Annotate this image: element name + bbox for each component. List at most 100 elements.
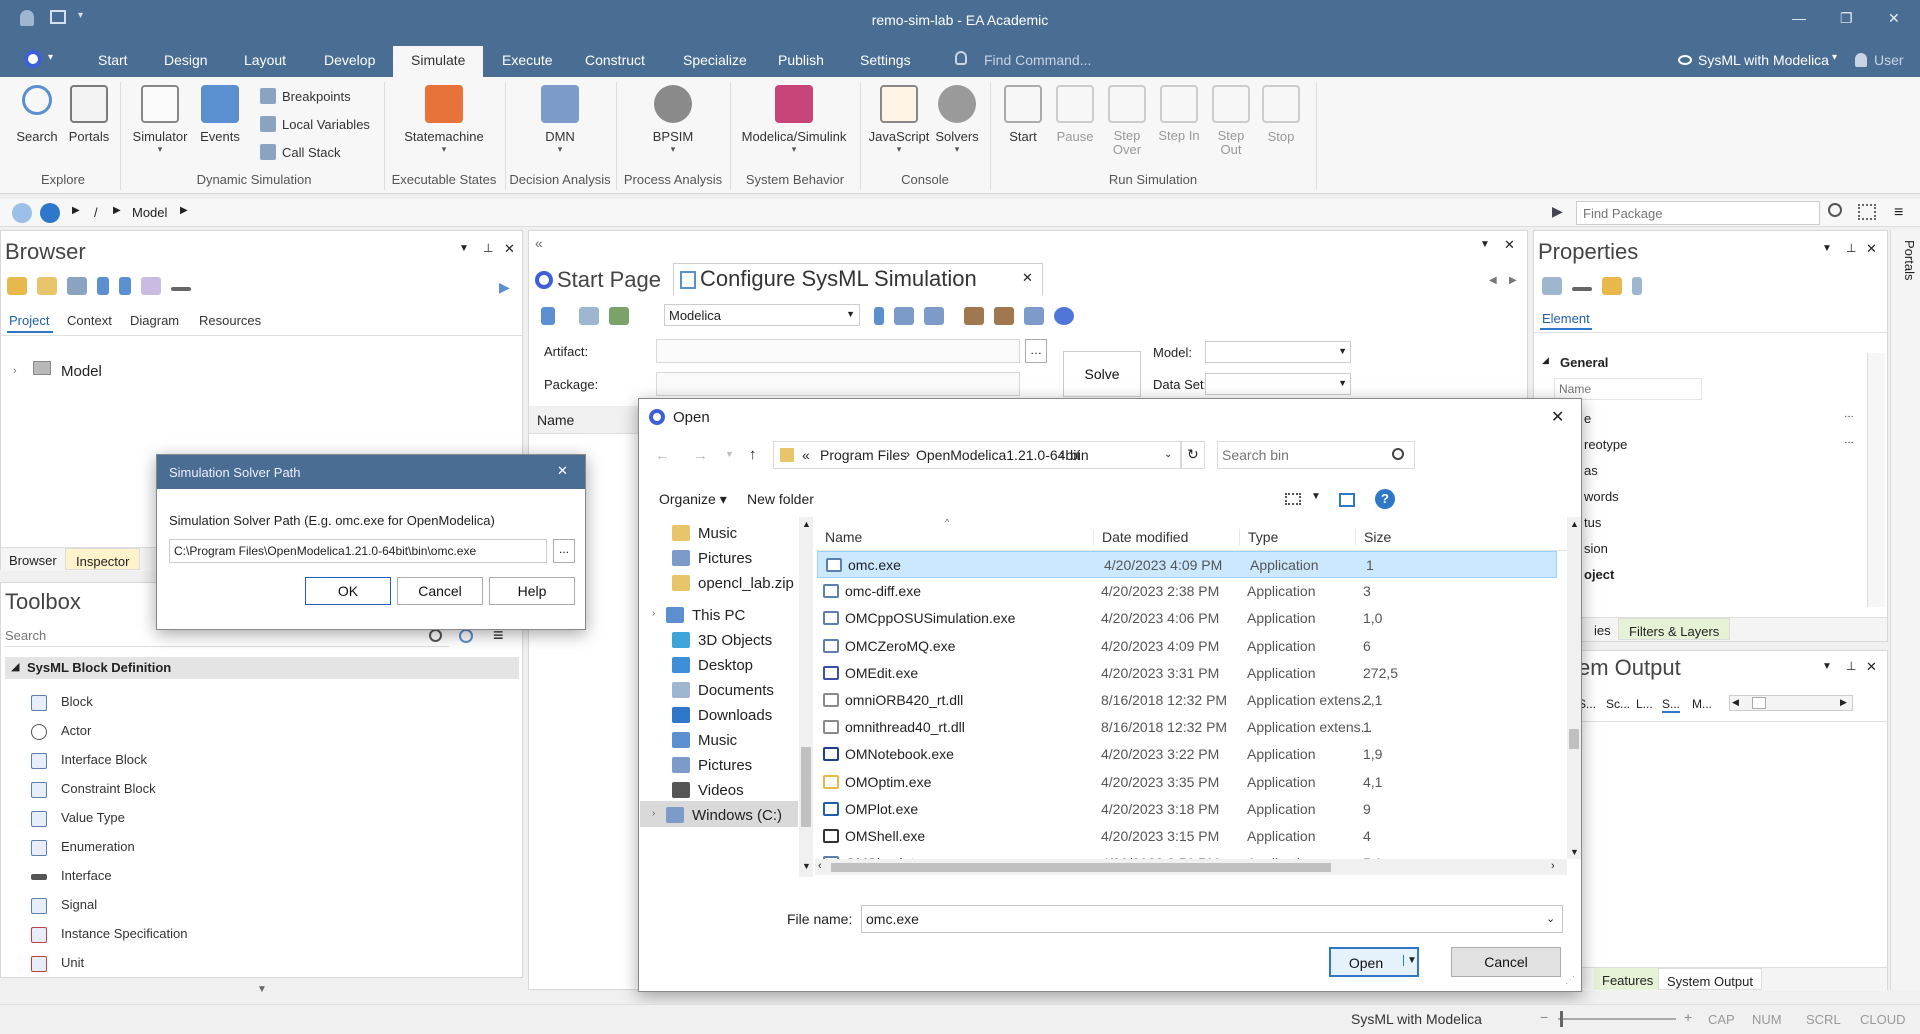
step-in-ribbon-button[interactable]: Step In	[1156, 85, 1202, 143]
bottom-tab-system-output[interactable]: System Output	[1658, 968, 1762, 990]
nav-music-pc[interactable]: Music	[672, 732, 737, 749]
browser-tab-resources[interactable]: Resources	[199, 313, 261, 328]
pin-icon[interactable]: ⊥	[1846, 241, 1856, 255]
scroll-thumb[interactable]	[831, 863, 1331, 872]
package-search-arrow-icon[interactable]: ▶	[1552, 203, 1563, 220]
tab-scroll-left-icon[interactable]: ◀	[1489, 275, 1497, 286]
tree-expander-icon[interactable]: ›	[13, 365, 17, 377]
bottom-tab-inspector[interactable]: Inspector	[65, 548, 141, 570]
package-icon[interactable]	[1602, 277, 1622, 295]
scroll-right-icon[interactable]: ▶	[1840, 697, 1847, 708]
help-button[interactable]: Help	[489, 577, 575, 605]
zoom-out-icon[interactable]: −	[1540, 1009, 1548, 1025]
main-menu-dropdown-icon[interactable]: ▾	[48, 52, 53, 63]
back-icon[interactable]	[12, 203, 32, 223]
bpsim-ribbon-button[interactable]: BPSIM ▾	[640, 85, 706, 155]
scroll-down-icon[interactable]: ▼	[1570, 847, 1579, 857]
panel-dropdown-icon[interactable]: ▼	[1822, 243, 1832, 254]
nav-scrollbar[interactable]: ▲ ▼	[799, 517, 813, 877]
col-header-name[interactable]: Name	[825, 529, 862, 545]
breadcrumb-program-files[interactable]: Program Files	[820, 447, 907, 463]
scroll-thumb[interactable]	[1569, 729, 1579, 749]
nav-3d-objects[interactable]: 3D Objects	[672, 632, 772, 649]
panel-dropdown-icon[interactable]: ▼	[459, 243, 469, 254]
start-ribbon-button[interactable]: Start	[1002, 85, 1044, 144]
scroll-thumb[interactable]	[1752, 697, 1766, 709]
col-header-type[interactable]: Type	[1239, 529, 1278, 545]
col-header-size[interactable]: Size	[1355, 529, 1391, 545]
file-list-vscrollbar[interactable]: ▲ ▼	[1567, 517, 1581, 859]
solvers-ribbon-button[interactable]: Solvers ▾	[932, 85, 982, 155]
close-icon[interactable]: ✕	[557, 463, 568, 479]
output-col-4[interactable]: S...	[1662, 697, 1681, 713]
hand-icon[interactable]	[141, 277, 161, 295]
tab-publish[interactable]: Publish	[778, 52, 824, 68]
ok-button[interactable]: OK	[305, 577, 391, 605]
browser-expand-icon[interactable]: ▶	[499, 279, 510, 296]
output-col-5[interactable]: M...	[1692, 697, 1712, 711]
save-icon[interactable]	[1542, 277, 1562, 295]
scroll-left-icon[interactable]: ◀	[1732, 697, 1739, 708]
tab-configure-sysml-simulation[interactable]: Configure SysML Simulation ✕	[673, 263, 1043, 295]
pause-ribbon-button[interactable]: Pause	[1054, 85, 1096, 144]
nav-pictures[interactable]: Pictures	[672, 550, 752, 567]
open-dropdown-icon[interactable]: ▼	[1403, 955, 1417, 966]
nav-windows-c[interactable]: Windows (C:)	[666, 807, 782, 824]
solver-browse-button[interactable]: ...	[553, 539, 575, 563]
bottom-tab-features[interactable]: Features	[1594, 968, 1662, 990]
copy-icon[interactable]	[924, 307, 944, 325]
grid-icon[interactable]	[1858, 204, 1876, 220]
close-icon[interactable]: ✕	[1866, 659, 1877, 675]
view-dropdown-icon[interactable]: ▼	[1311, 491, 1321, 502]
organize-menu[interactable]: Organize ▾	[659, 491, 727, 508]
new-folder-button[interactable]: New folder	[747, 491, 814, 507]
file-row[interactable]: OMSimulator.exe4/20/2023 2:56 PMApplicat…	[815, 850, 1567, 859]
output-col-3[interactable]: L...	[1636, 697, 1653, 711]
package-field[interactable]	[656, 372, 1020, 396]
tab-layout[interactable]: Layout	[244, 52, 286, 68]
search-bin-box[interactable]	[1217, 441, 1415, 469]
tab-settings[interactable]: Settings	[860, 52, 911, 68]
hamburger-icon[interactable]: ≡	[1894, 204, 1903, 222]
file-row[interactable]: OMShell.exe 4/20/2023 3:15 PM Application 4	[815, 823, 1567, 850]
scroll-left-icon[interactable]: ‹	[818, 860, 822, 872]
collapse-icon[interactable]: ◢	[11, 660, 19, 673]
nav-desktop[interactable]: Desktop	[672, 657, 753, 674]
view-options-icon[interactable]	[1285, 493, 1301, 505]
search-icon[interactable]	[1392, 448, 1404, 460]
scroll-thumb[interactable]	[801, 747, 811, 827]
close-window-icon[interactable]: ✕	[1888, 10, 1900, 27]
ellipsis-icon[interactable]: …	[1844, 409, 1854, 420]
find-package-input[interactable]	[1576, 201, 1820, 225]
nav-documents[interactable]: Documents	[672, 682, 774, 699]
close-icon[interactable]: ✕	[504, 241, 515, 257]
search-icon[interactable]	[1828, 203, 1842, 217]
platform-select[interactable]: Modelica ▼	[664, 304, 860, 326]
stop-ribbon-button[interactable]: Stop	[1260, 85, 1302, 144]
simulator-ribbon-button[interactable]: Simulator ▾	[128, 85, 192, 155]
file-row[interactable]: omniORB420_rt.dll 8/16/2018 12:32 PM Appli…	[815, 687, 1567, 714]
dataset-select[interactable]: ▼	[1205, 373, 1351, 395]
folder-icon[interactable]	[37, 277, 57, 295]
statemachine-ribbon-button[interactable]: Statemachine ▾	[396, 85, 492, 155]
ellipsis-icon[interactable]: …	[1844, 435, 1854, 446]
path-root-slash[interactable]: /	[94, 205, 98, 220]
run-icon[interactable]	[874, 307, 884, 325]
perspective-selector[interactable]: SysML with Modelica	[1698, 52, 1829, 68]
filename-input[interactable]: omc.exe ⌄	[861, 905, 1563, 933]
resize-grip-icon[interactable]: ⋰	[1565, 975, 1575, 986]
breadcrumb-model[interactable]: Model	[132, 205, 167, 220]
bottom-tab-properties[interactable]: ies	[1594, 623, 1611, 638]
modelica-simulink-ribbon-button[interactable]: Modelica/Simulink ▾	[732, 85, 856, 155]
search-icon[interactable]	[429, 629, 442, 642]
find-icon[interactable]	[459, 629, 473, 643]
close-icon[interactable]: ✕	[1866, 241, 1877, 257]
find-command-input[interactable]: Find Command...	[984, 52, 1091, 68]
preview-pane-icon[interactable]	[1339, 493, 1355, 507]
scroll-up-icon[interactable]: ▲	[1570, 519, 1579, 529]
file-row[interactable]: omc-diff.exe 4/20/2023 2:38 PM Application…	[815, 578, 1567, 605]
file-row[interactable]: OMPlot.exe 4/20/2023 3:18 PM Application 9	[815, 796, 1567, 823]
file-row[interactable]: OMEdit.exe 4/20/2023 3:31 PM Application 27…	[815, 660, 1567, 687]
solver-path-input[interactable]: C:\Program Files\OpenModelica1.21.0-64bi…	[169, 539, 547, 563]
tab-simulate[interactable]: Simulate	[393, 46, 484, 77]
